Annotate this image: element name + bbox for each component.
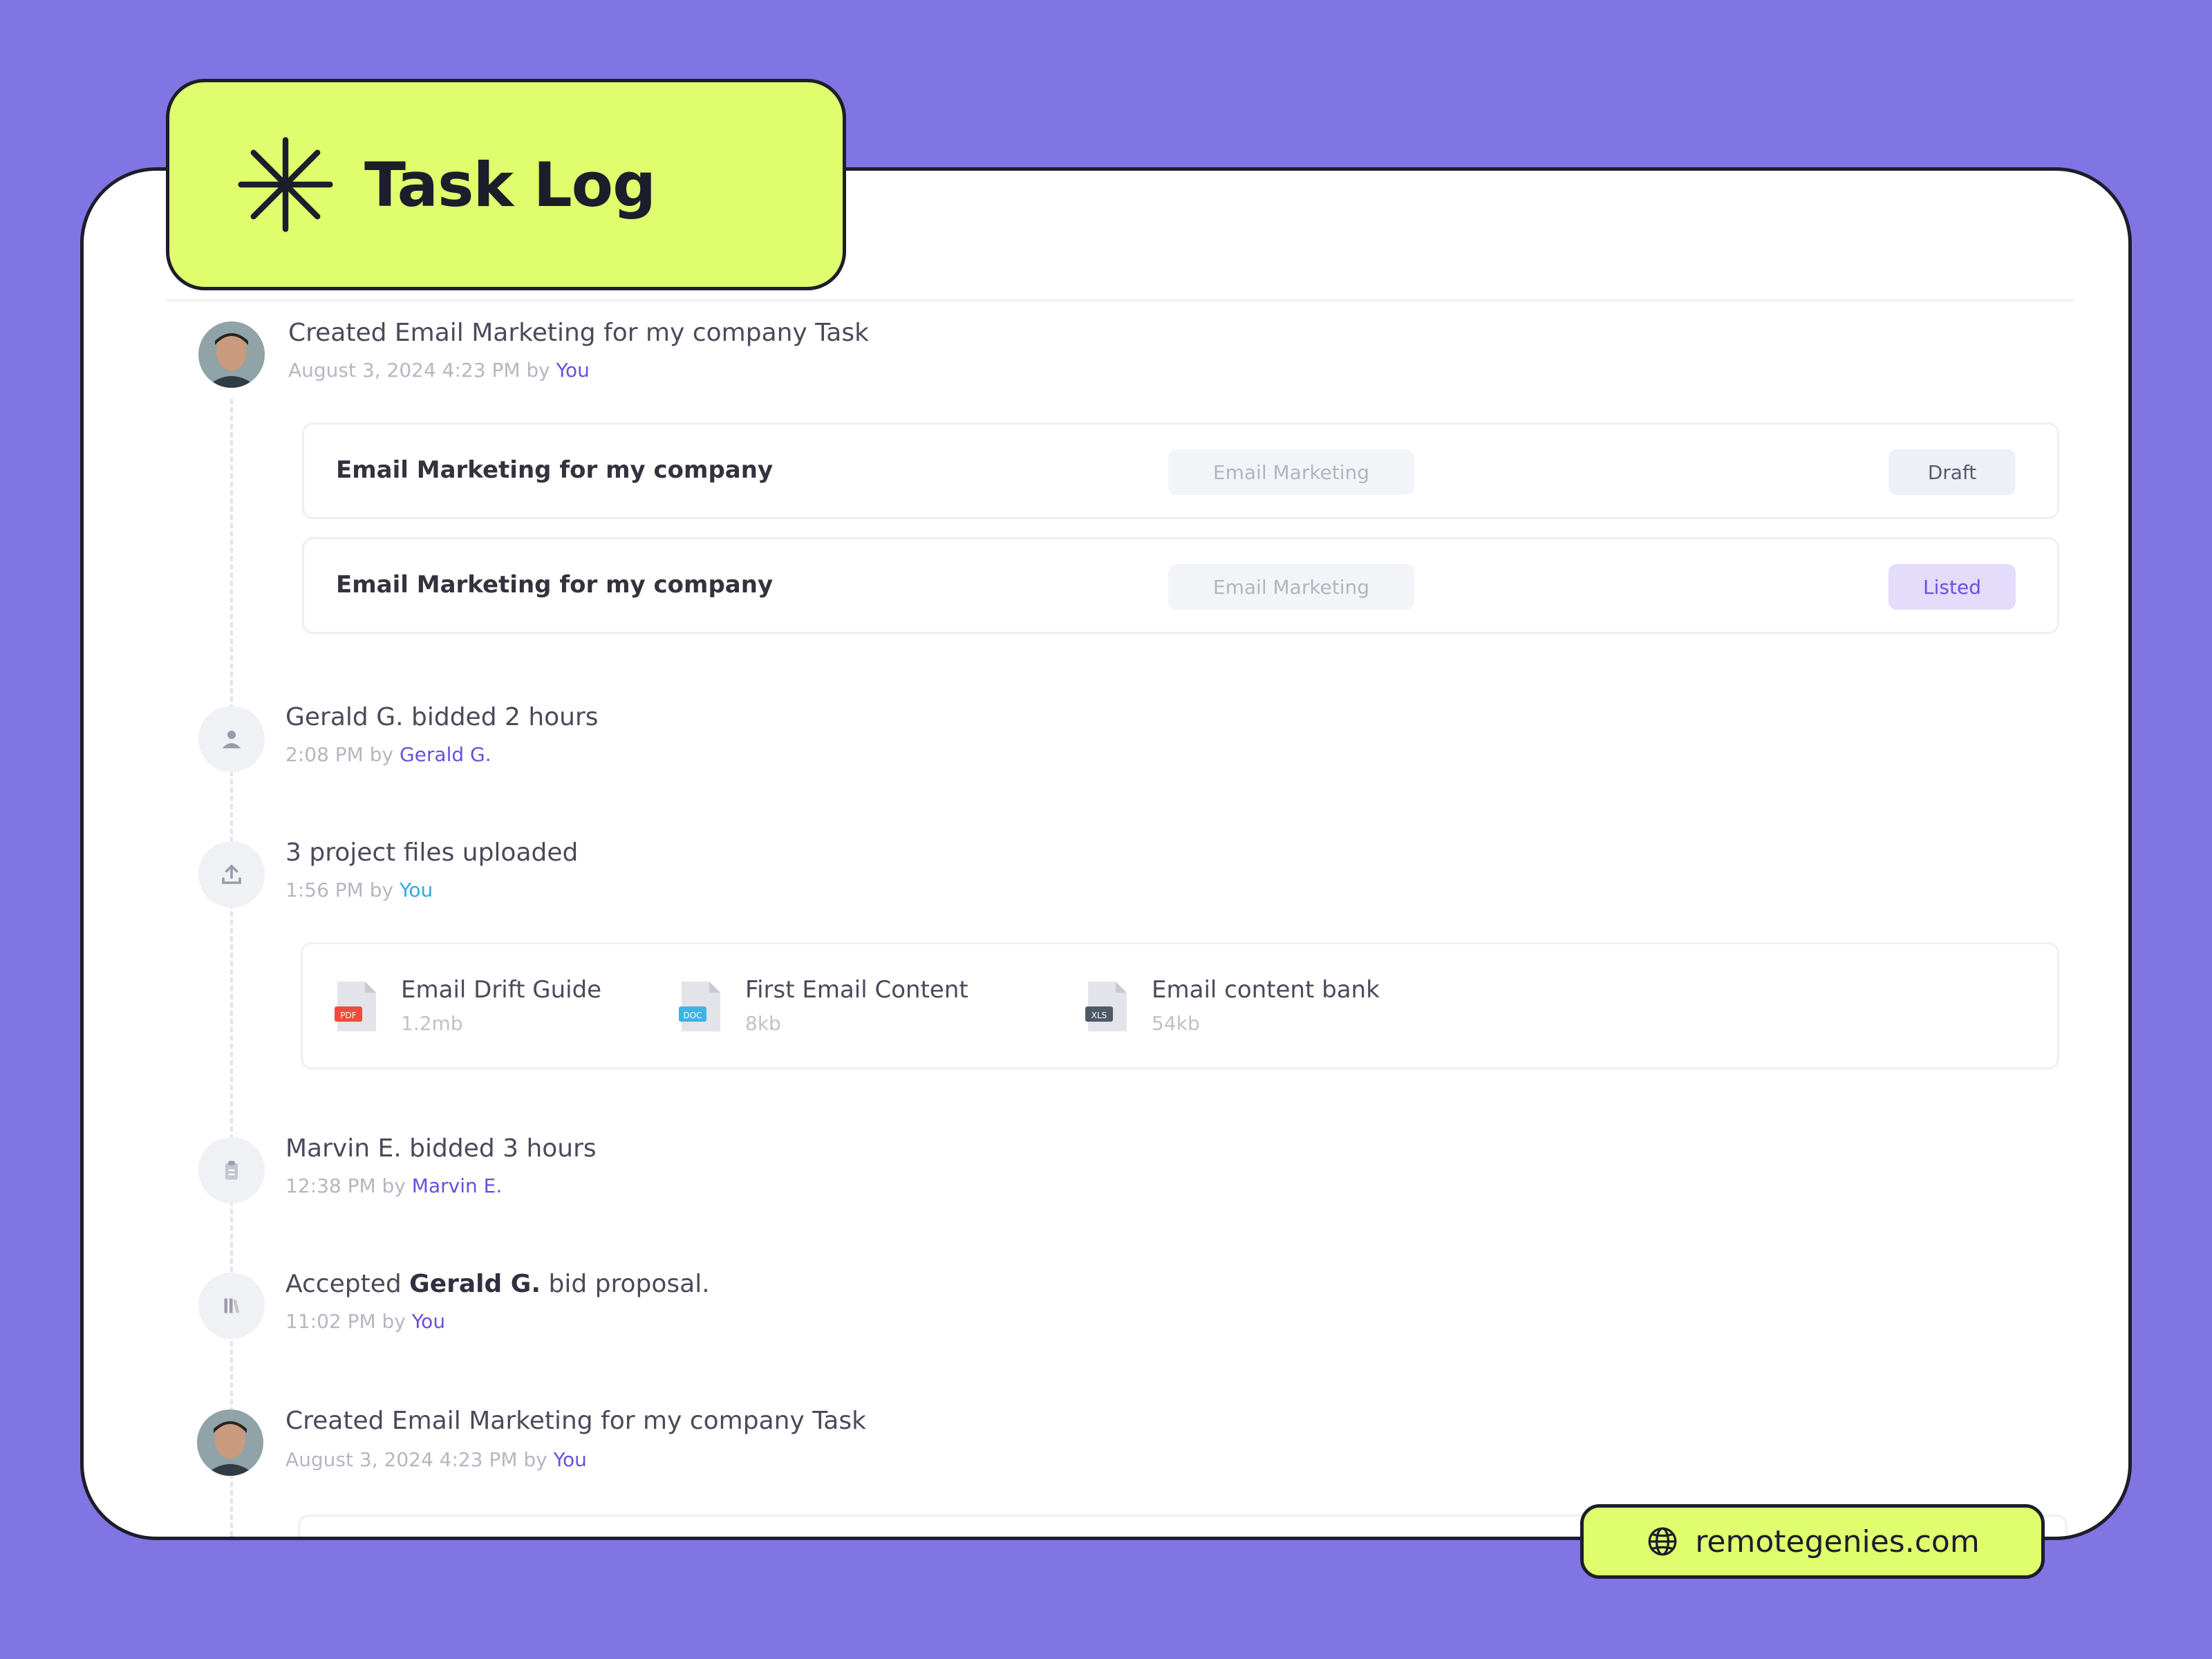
task-log-card[interactable]: Created Email Marketing for my company T… <box>80 167 2132 1540</box>
entry-author-link[interactable]: Gerald G. <box>400 743 491 766</box>
entry-author-link[interactable]: You <box>400 879 433 901</box>
xls-file-icon: XLS <box>1085 982 1127 1031</box>
entry-by-prefix: by <box>369 879 394 901</box>
entry-meta: 11:02 PM by You <box>285 1310 445 1333</box>
page-title: Task Log <box>364 149 656 221</box>
entry-time: August 3, 2024 4:23 PM <box>288 359 521 382</box>
asterisk-icon <box>238 137 333 232</box>
file-name: Email content bank <box>1152 976 1380 1004</box>
file-size: 8kb <box>745 1012 781 1035</box>
task-log-header: Task Log <box>166 79 846 290</box>
entry-by-prefix: by <box>382 1310 406 1333</box>
entry-meta: August 3, 2024 4:23 PM by You <box>285 1448 587 1471</box>
entry-meta: August 3, 2024 4:23 PM by You <box>288 359 590 382</box>
entry-title: Gerald G. bidded 2 hours <box>285 703 599 731</box>
entry-by-prefix: by <box>523 1448 547 1471</box>
entry-meta: 1:56 PM by You <box>285 879 433 901</box>
user-avatar[interactable] <box>198 321 265 388</box>
entry-time: 11:02 PM <box>285 1310 376 1333</box>
entry-by-prefix: by <box>526 359 550 382</box>
entry-by-prefix: by <box>369 743 394 766</box>
task-name: Email Marketing for my company <box>336 571 774 599</box>
entry-time: 2:08 PM <box>285 743 364 766</box>
pdf-file-icon: PDF <box>335 982 376 1031</box>
site-url: remotegenies.com <box>1695 1524 1980 1559</box>
task-name: Email Marketing for my company <box>336 456 774 484</box>
task-row[interactable]: Email Marketing for my company Email Mar… <box>302 537 2059 634</box>
entry-title-highlight: Gerald G. <box>409 1270 541 1298</box>
globe-icon <box>1648 1527 1677 1556</box>
entry-by-prefix: by <box>382 1174 406 1197</box>
file-item[interactable]: PDF Email Drift Guide 1.2mb <box>335 976 639 1038</box>
entry-time: 1:56 PM <box>285 879 364 901</box>
file-size: 1.2mb <box>401 1012 463 1035</box>
entry-title: Created Email Marketing for my company T… <box>288 319 869 347</box>
svg-text:DOC: DOC <box>683 1011 702 1020</box>
task-category-tag: Email Marketing <box>1168 564 1414 610</box>
svg-text:XLS: XLS <box>1091 1011 1107 1020</box>
doc-file-icon: DOC <box>679 982 720 1031</box>
entry-author-link[interactable]: You <box>412 1310 445 1333</box>
entry-author-link[interactable]: You <box>554 1448 587 1471</box>
user-icon <box>198 706 265 772</box>
task-category-tag: Email Marketing <box>1168 449 1414 495</box>
entry-title: Created Email Marketing for my company T… <box>285 1407 866 1435</box>
user-avatar[interactable] <box>197 1409 263 1476</box>
upload-icon <box>198 841 265 908</box>
entry-author-link[interactable]: Marvin E. <box>412 1174 502 1197</box>
entry-title: Accepted Gerald G. bid proposal. <box>285 1270 710 1298</box>
clipboard-icon <box>198 1137 265 1203</box>
header-divider <box>165 299 2074 301</box>
uploaded-files: PDF Email Drift Guide 1.2mb DOC First Em… <box>301 942 2059 1069</box>
entry-time: 12:38 PM <box>285 1174 376 1197</box>
file-size: 54kb <box>1152 1012 1200 1035</box>
task-row[interactable]: Email Marketing for my company Email Mar… <box>302 422 2059 519</box>
entry-title-suffix: bid proposal. <box>548 1270 710 1298</box>
svg-text:PDF: PDF <box>340 1011 356 1020</box>
status-badge: Draft <box>1888 449 2016 495</box>
entry-title: 3 project files uploaded <box>285 838 579 867</box>
entry-author-link[interactable]: You <box>556 359 590 382</box>
site-badge[interactable]: remotegenies.com <box>1580 1504 2045 1579</box>
entry-meta: 12:38 PM by Marvin E. <box>285 1174 502 1197</box>
file-item[interactable]: DOC First Email Content 8kb <box>679 976 1038 1038</box>
entry-time: August 3, 2024 4:23 PM <box>285 1448 518 1471</box>
status-badge: Listed <box>1888 564 2016 610</box>
entry-meta: 2:08 PM by Gerald G. <box>285 743 491 766</box>
entry-title-prefix: Accepted <box>285 1270 402 1298</box>
file-item[interactable]: XLS Email content bank 54kb <box>1085 976 1445 1038</box>
timeline-line <box>230 399 233 1537</box>
library-icon <box>198 1273 265 1339</box>
entry-title: Marvin E. bidded 3 hours <box>285 1134 597 1163</box>
file-name: Email Drift Guide <box>401 976 602 1004</box>
file-name: First Email Content <box>745 976 968 1004</box>
